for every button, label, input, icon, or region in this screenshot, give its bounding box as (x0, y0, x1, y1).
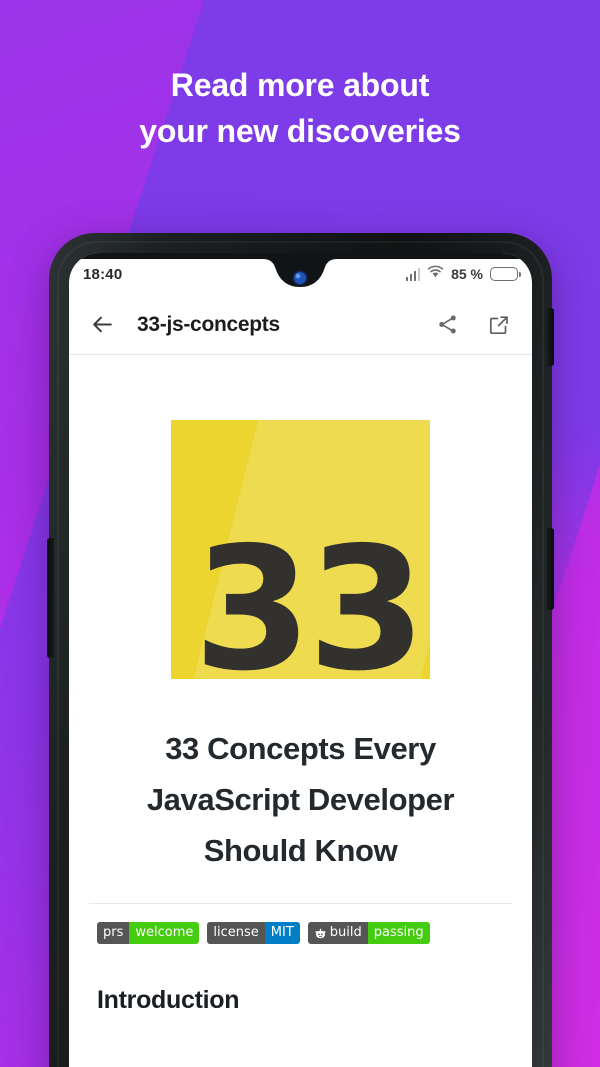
status-bar-clock: 18:40 (83, 265, 123, 283)
promo-headline-line1: Read more about (170, 67, 430, 103)
article-logo-image: 33 (171, 420, 430, 679)
open-in-browser-button[interactable] (482, 308, 516, 342)
battery-icon (490, 267, 521, 281)
badge-row: prs welcome license MIT build passing (97, 922, 532, 944)
toolbar-actions (430, 308, 516, 342)
share-button[interactable] (430, 308, 464, 342)
promo-headline-line2: your new discoveries (139, 113, 461, 149)
status-bar: 18:40 85 % (69, 253, 532, 295)
badge-value: MIT (264, 922, 300, 944)
travis-ci-icon (315, 928, 326, 938)
wifi-icon (427, 265, 444, 283)
badge-value: passing (367, 922, 430, 944)
badge-value: welcome (129, 922, 200, 944)
status-bar-indicators: 85 % (405, 265, 521, 283)
title-divider (89, 903, 512, 904)
prs-welcome-badge[interactable]: prs welcome (97, 922, 200, 944)
article-title: 33 Concepts Every JavaScript Developer S… (146, 731, 455, 868)
page-title: 33-js-concepts (137, 312, 280, 336)
section-heading-introduction: Introduction (97, 986, 240, 1014)
badge-label-text: build (329, 925, 362, 940)
logo-number: 33 (193, 511, 426, 679)
license-badge[interactable]: license MIT (207, 922, 300, 944)
battery-percentage-label: 85 % (451, 266, 483, 282)
badge-label: prs (97, 922, 130, 944)
phone-power-button[interactable] (547, 308, 554, 366)
app-toolbar: 33-js-concepts (69, 295, 532, 355)
phone-screen: 18:40 85 % 33-js-concepts 33 33 Concepts… (69, 253, 532, 1067)
phone-side-button[interactable] (547, 528, 554, 610)
build-status-badge[interactable]: build passing (307, 922, 430, 944)
phone-volume-button[interactable] (47, 538, 54, 658)
article-logo-wrapper: 33 (69, 356, 532, 679)
article-content[interactable]: 33 33 Concepts Every JavaScript Develope… (69, 356, 532, 1067)
promo-headline: Read more about your new discoveries (0, 62, 600, 154)
phone-mockup: 18:40 85 % 33-js-concepts 33 33 Concepts… (47, 233, 554, 1067)
screenshot-stage: Read more about your new discoveries 18:… (0, 0, 600, 1067)
badge-label: license (207, 922, 265, 944)
signal-bars-icon (405, 267, 421, 281)
badge-label-with-icon: build (307, 922, 368, 944)
back-button[interactable] (85, 308, 119, 342)
